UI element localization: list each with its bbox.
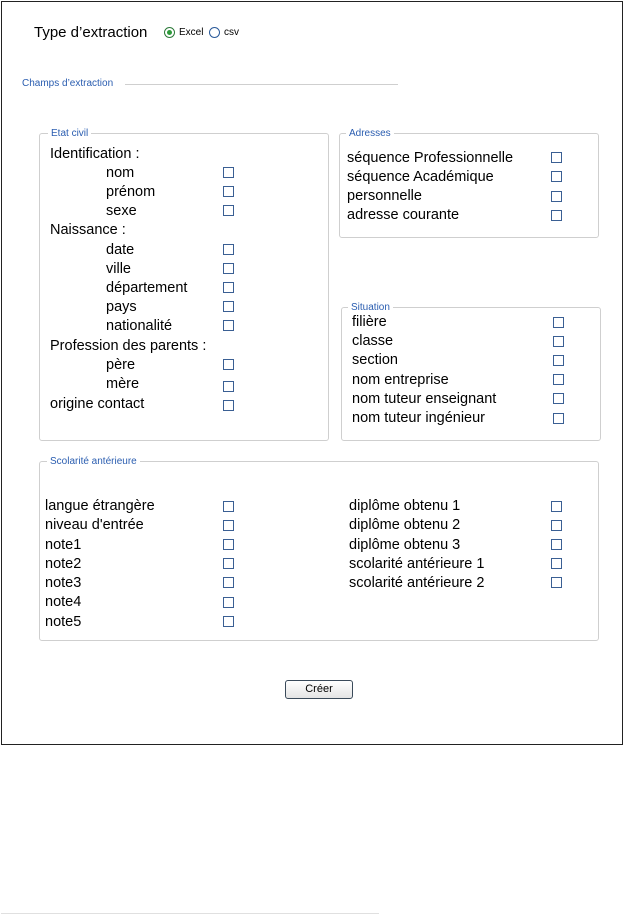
- scolarite-right-checkbox[interactable]: [551, 520, 562, 531]
- champs-divider: [125, 84, 398, 85]
- scolarite-left-label: note2: [45, 556, 82, 572]
- field-pays-checkbox[interactable]: [223, 301, 234, 312]
- scolarite-left-label: langue étrangère: [45, 498, 155, 514]
- scolarite-left-label: niveau d'entrée: [45, 517, 144, 533]
- field-date-label: date: [106, 242, 135, 258]
- situation-item-label: section: [352, 352, 398, 368]
- situation-item-checkbox[interactable]: [553, 336, 564, 347]
- field-sexe-label: sexe: [106, 203, 137, 219]
- scolarite-left-checkbox[interactable]: [223, 520, 234, 531]
- radio-csv-label: csv: [224, 27, 239, 38]
- field-pays-label: pays: [106, 299, 137, 315]
- field-nationalite-label: nationalité: [106, 318, 173, 334]
- situation-legend: Situation: [348, 301, 393, 314]
- field-ville-label: ville: [106, 261, 131, 277]
- identification-heading: Identification :: [50, 146, 140, 162]
- field-mere-checkbox[interactable]: [223, 381, 234, 392]
- create-button[interactable]: Créer: [285, 680, 353, 699]
- adresse-item-label: séquence Professionnelle: [347, 150, 514, 166]
- situation-item-label: nom entreprise: [352, 372, 449, 388]
- scolarite-right-label: diplôme obtenu 3: [349, 537, 461, 553]
- scolarite-left-checkbox[interactable]: [223, 501, 234, 512]
- scolarite-left-checkbox[interactable]: [223, 616, 234, 627]
- scolarite-left-checkbox[interactable]: [223, 577, 234, 588]
- scolarite-right-label: diplôme obtenu 2: [349, 517, 461, 533]
- scolarite-right-checkbox[interactable]: [551, 577, 562, 588]
- situation-item-checkbox[interactable]: [553, 393, 564, 404]
- field-pere-checkbox[interactable]: [223, 359, 234, 370]
- field-mere-label: mère: [106, 376, 140, 392]
- situation-item-label: filière: [352, 314, 387, 330]
- situation-item-checkbox[interactable]: [553, 317, 564, 328]
- adresses-legend: Adresses: [346, 127, 394, 140]
- field-ville-checkbox[interactable]: [223, 263, 234, 274]
- field-prenom-checkbox[interactable]: [223, 186, 234, 197]
- adresse-item-label: séquence Académique: [347, 169, 494, 185]
- situation-item-label: nom tuteur ingénieur: [352, 410, 485, 426]
- scolarite-left-label: note4: [45, 594, 82, 610]
- radio-csv[interactable]: [209, 27, 220, 38]
- field-departement-label: département: [106, 280, 188, 296]
- situation-item-checkbox[interactable]: [553, 374, 564, 385]
- adresse-item-checkbox[interactable]: [551, 210, 562, 221]
- naissance-heading: Naissance :: [50, 222, 126, 238]
- scolarite-legend: Scolarité antérieure: [47, 455, 140, 468]
- scolarite-right-label: scolarité antérieure 2: [349, 575, 485, 591]
- bottom-divider: [1, 913, 379, 914]
- field-nom-checkbox[interactable]: [223, 167, 234, 178]
- scolarite-left-label: note3: [45, 575, 82, 591]
- radio-excel[interactable]: [164, 27, 175, 38]
- etat-civil-legend: Etat civil: [48, 127, 92, 140]
- situation-item-label: nom tuteur enseignant: [352, 391, 497, 407]
- adresse-item-checkbox[interactable]: [551, 171, 562, 182]
- adresse-item-checkbox[interactable]: [551, 152, 562, 163]
- champs-extraction-label: Champs d’extraction: [22, 78, 114, 89]
- scolarite-left-label: note1: [45, 537, 82, 553]
- scolarite-right-checkbox[interactable]: [551, 501, 562, 512]
- situation-item-checkbox[interactable]: [553, 355, 564, 366]
- radio-excel-label: Excel: [179, 27, 204, 38]
- group-scolarite: Scolarité antérieure: [39, 455, 599, 641]
- adresse-item-label: personnelle: [347, 188, 422, 204]
- scolarite-right-label: diplôme obtenu 1: [349, 498, 461, 514]
- situation-item-label: classe: [352, 333, 394, 349]
- profession-heading: Profession des parents :: [50, 338, 207, 354]
- scolarite-right-checkbox[interactable]: [551, 539, 562, 550]
- adresse-item-checkbox[interactable]: [551, 191, 562, 202]
- scolarite-left-checkbox[interactable]: [223, 558, 234, 569]
- scolarite-left-checkbox[interactable]: [223, 597, 234, 608]
- field-prenom-label: prénom: [106, 184, 156, 200]
- field-date-checkbox[interactable]: [223, 244, 234, 255]
- scolarite-left-label: note5: [45, 614, 82, 630]
- field-pere-label: père: [106, 357, 136, 373]
- field-departement-checkbox[interactable]: [223, 282, 234, 293]
- field-origine-checkbox[interactable]: [223, 400, 234, 411]
- extraction-type-label: Type d’extraction: [34, 24, 148, 41]
- adresse-item-label: adresse courante: [347, 207, 460, 223]
- situation-item-checkbox[interactable]: [553, 413, 564, 424]
- field-nom-label: nom: [106, 165, 135, 181]
- field-sexe-checkbox[interactable]: [223, 205, 234, 216]
- scolarite-right-checkbox[interactable]: [551, 558, 562, 569]
- field-origine-label: origine contact: [50, 396, 145, 412]
- scolarite-left-checkbox[interactable]: [223, 539, 234, 550]
- scolarite-right-label: scolarité antérieure 1: [349, 556, 485, 572]
- field-nationalite-checkbox[interactable]: [223, 320, 234, 331]
